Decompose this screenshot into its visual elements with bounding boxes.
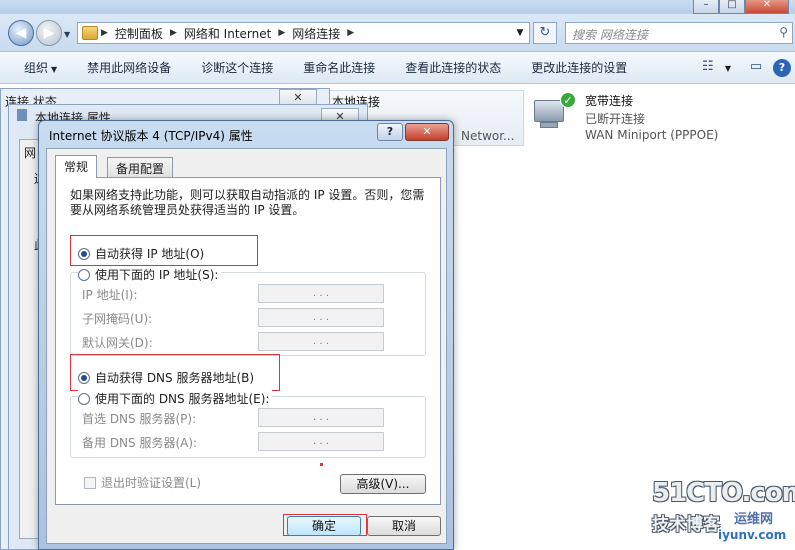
annotation-dot xyxy=(320,463,323,466)
control-panel-icon xyxy=(82,26,98,40)
search-icon[interactable]: ⚲ xyxy=(779,25,788,39)
network-icon xyxy=(17,109,27,121)
tab-networking[interactable]: 网 xyxy=(24,144,36,161)
ip-address-field[interactable]: . . . xyxy=(258,284,384,303)
preferred-dns-field[interactable]: . . . xyxy=(258,408,384,427)
default-gateway-label: 默认网关(D): xyxy=(82,336,153,350)
organize-label: 组织 xyxy=(24,61,49,75)
back-button[interactable]: ◀ xyxy=(8,20,34,46)
connection-status: 已断开连接 xyxy=(585,112,646,126)
chevron-right-icon[interactable]: ▶ xyxy=(344,28,357,38)
connection-device: Networ... xyxy=(461,129,515,143)
watermark-text: 51CTO.com xyxy=(652,478,795,508)
radio-unselected[interactable] xyxy=(78,392,90,405)
recent-pages-dropdown[interactable]: ▼ xyxy=(64,30,70,39)
connection-device: WAN Miniport (PPPOE) xyxy=(585,128,719,142)
search-placeholder: 搜索 网络连接 xyxy=(572,28,648,42)
ip-auto-option[interactable]: 自动获得 IP 地址(O) xyxy=(78,245,204,262)
address-bar[interactable]: ▶ 控制面板 ▶ 网络和 Internet ▶ 网络连接 ▶ ▼ xyxy=(77,22,530,44)
watermark-text: iyunv.com xyxy=(718,528,787,542)
maximize-button[interactable]: □ xyxy=(719,0,745,14)
radio-unselected[interactable] xyxy=(78,268,90,281)
validate-label: 退出时验证设置(L) xyxy=(101,476,202,490)
explorer-titlebar: – □ ✕ xyxy=(0,0,795,14)
watermark-text: 技术博客 xyxy=(652,515,720,535)
alternate-dns-field[interactable]: . . . xyxy=(258,432,384,451)
chevron-down-icon: ▼ xyxy=(51,65,58,74)
view-options-dropdown[interactable]: ▼ xyxy=(725,64,731,73)
tab-alternate-config[interactable]: 备用配置 xyxy=(107,157,174,177)
search-input[interactable]: 搜索 网络连接 ⚲ xyxy=(565,22,793,44)
ip-manual-label: 使用下面的 IP 地址(S): xyxy=(95,268,219,282)
subnet-mask-label: 子网掩码(U): xyxy=(82,312,153,326)
chevron-right-icon[interactable]: ▶ xyxy=(98,28,111,38)
rename-button[interactable]: 重命名此连接 xyxy=(288,59,390,76)
advanced-button[interactable]: 高级(V)... xyxy=(340,474,426,494)
change-settings-button[interactable]: 更改此连接的设置 xyxy=(516,59,642,76)
dns-auto-option[interactable]: 自动获得 DNS 服务器地址(B) xyxy=(78,369,254,386)
dns-manual-option[interactable]: 使用下面的 DNS 服务器地址(E): xyxy=(78,390,273,407)
preferred-dns-label: 首选 DNS 服务器(P): xyxy=(82,412,197,426)
help-button[interactable]: ? xyxy=(377,123,403,141)
cancel-button[interactable]: 取消 xyxy=(367,516,441,536)
description-text: 如果网络支持此功能，则可以获取自动指派的 IP 设置。否则，您需要从网络系统管理… xyxy=(70,188,425,217)
refresh-button[interactable]: ↻ xyxy=(533,22,557,44)
default-gateway-field[interactable]: . . . xyxy=(258,332,384,351)
disable-device-button[interactable]: 禁用此网络设备 xyxy=(72,59,186,76)
ip-manual-option[interactable]: 使用下面的 IP 地址(S): xyxy=(78,266,222,283)
tab-general[interactable]: 常规 xyxy=(55,155,98,178)
ok-button[interactable]: 确定 xyxy=(287,516,361,536)
close-button[interactable]: ✕ xyxy=(405,123,449,141)
chevron-right-icon[interactable]: ▶ xyxy=(275,28,288,38)
radio-selected[interactable] xyxy=(78,247,90,260)
general-panel: 如果网络支持此功能，则可以获取自动指派的 IP 设置。否则，您需要从网络系统管理… xyxy=(55,177,441,505)
window-controls: – □ ✕ xyxy=(693,0,789,14)
address-row: ◀ ▶ ▼ ▶ 控制面板 ▶ 网络和 Internet ▶ 网络连接 ▶ ▼ ↻… xyxy=(0,14,795,52)
dns-auto-label: 自动获得 DNS 服务器地址(B) xyxy=(95,371,255,385)
address-dropdown[interactable]: ▼ xyxy=(511,28,529,38)
connection-name: 宽带连接 xyxy=(585,94,634,108)
broadband-connection-tile[interactable]: ✓ 宽带连接 已断开连接 WAN Miniport (PPPOE) xyxy=(532,92,792,148)
forward-button[interactable]: ▶ xyxy=(36,20,62,46)
network-adapter-icon: ✓ xyxy=(532,92,576,132)
chevron-right-icon[interactable]: ▶ xyxy=(167,28,180,38)
radio-selected[interactable] xyxy=(78,371,90,384)
breadcrumb-network-internet[interactable]: 网络和 Internet xyxy=(180,25,275,42)
dialog-title: Internet 协议版本 4 (TCP/IPv4) 属性 xyxy=(49,129,253,143)
ip-auto-label: 自动获得 IP 地址(O) xyxy=(95,247,205,261)
ip-address-label: IP 地址(I): xyxy=(82,288,138,302)
validate-on-exit-option[interactable]: 退出时验证设置(L) xyxy=(84,474,201,491)
check-icon: ✓ xyxy=(560,92,576,108)
ipv4-properties-dialog: Internet 协议版本 4 (TCP/IPv4) 属性 ? ✕ 常规 备用配… xyxy=(38,120,454,550)
watermark-logo: 51CTO.com 技术博客 运维网 iyunv.com xyxy=(652,478,795,548)
watermark-text: 运维网 xyxy=(734,512,774,527)
view-options-icon[interactable]: ☷ xyxy=(697,59,719,77)
validate-checkbox[interactable] xyxy=(84,476,96,489)
dialog-body: 常规 备用配置 如果网络支持此功能，则可以获取自动指派的 IP 设置。否则，您需… xyxy=(46,148,447,544)
organize-menu[interactable]: 组织 ▼ xyxy=(0,59,72,76)
alternate-dns-label: 备用 DNS 服务器(A): xyxy=(82,436,198,450)
command-bar: 组织 ▼ 禁用此网络设备 诊断这个连接 重命名此连接 查看此连接的状态 更改此连接… xyxy=(0,52,795,84)
diagnose-button[interactable]: 诊断这个连接 xyxy=(186,59,288,76)
help-icon[interactable]: ? xyxy=(773,59,791,77)
minimize-button[interactable]: – xyxy=(693,0,719,14)
preview-pane-icon[interactable]: ▭ xyxy=(745,59,767,77)
breadcrumb-network-connections[interactable]: 网络连接 xyxy=(288,25,344,42)
dns-manual-label: 使用下面的 DNS 服务器地址(E): xyxy=(95,392,270,406)
breadcrumb-control-panel[interactable]: 控制面板 xyxy=(111,25,167,42)
close-button[interactable]: ✕ xyxy=(745,0,789,14)
subnet-mask-field[interactable]: . . . xyxy=(258,308,384,327)
view-status-button[interactable]: 查看此连接的状态 xyxy=(390,59,516,76)
